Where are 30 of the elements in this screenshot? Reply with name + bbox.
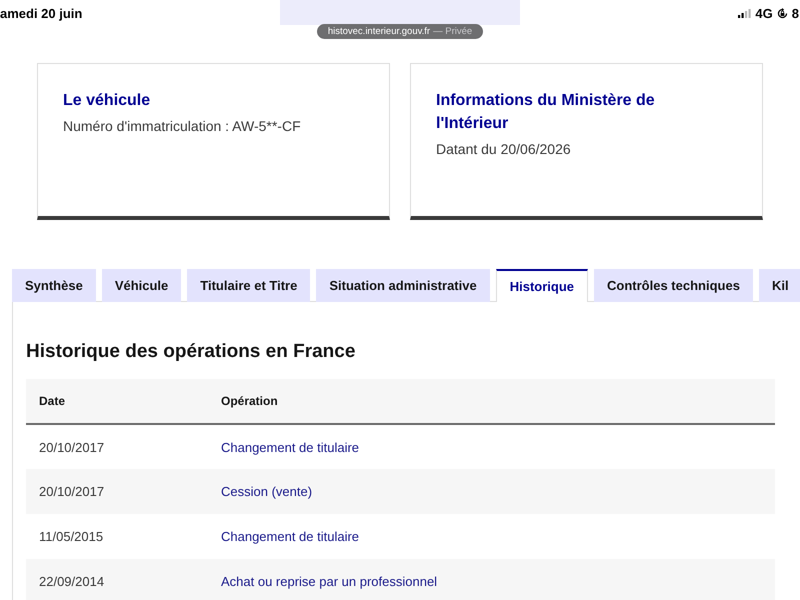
card-title: Informations du Ministère de l'Intérieur <box>436 91 656 134</box>
date-cell: 22/09/2014 <box>26 559 208 600</box>
tab[interactable]: Kil <box>758 269 800 302</box>
operation-cell: Achat ou reprise par un professionnel <box>208 559 775 600</box>
tab[interactable]: Contrôles techniques <box>594 269 753 302</box>
operation-cell: Changement de titulaire <box>208 424 775 469</box>
signal-icon <box>738 8 752 18</box>
operation-cell: Cession (vente) <box>208 469 775 514</box>
status-date: amedi 20 juin <box>0 6 82 20</box>
tab[interactable]: Historique <box>496 269 588 302</box>
tab[interactable]: Synthèse <box>12 269 96 302</box>
battery-percent: 8 <box>792 6 799 20</box>
column-header: Opération <box>208 379 775 424</box>
date-cell: 20/10/2017 <box>26 469 208 514</box>
tab[interactable]: Situation administrative <box>316 269 490 302</box>
tab[interactable]: Titulaire et Titre <box>187 269 310 302</box>
network-label: 4G <box>755 6 773 20</box>
tab[interactable]: Véhicule <box>102 269 182 302</box>
date-cell: 11/05/2015 <box>26 514 208 559</box>
rotation-lock-icon <box>776 8 788 18</box>
date-cell: 20/10/2017 <box>26 424 208 469</box>
private-mode-label: — Privée <box>433 26 472 37</box>
card-text: Numéro d'immatriculation : AW-5**-CF <box>63 117 302 136</box>
card-text: Datant du 20/06/2026 <box>436 140 572 159</box>
operation-cell: Changement de titulaire <box>208 514 775 559</box>
card-title: Le véhicule <box>63 91 152 111</box>
column-header: Date <box>26 379 208 424</box>
section-title: Historique des opérations en France <box>26 340 356 364</box>
address-bar[interactable]: histovec.interieur.gouv.fr — Privée <box>317 24 483 39</box>
address-url: histovec.interieur.gouv.fr <box>328 26 430 37</box>
